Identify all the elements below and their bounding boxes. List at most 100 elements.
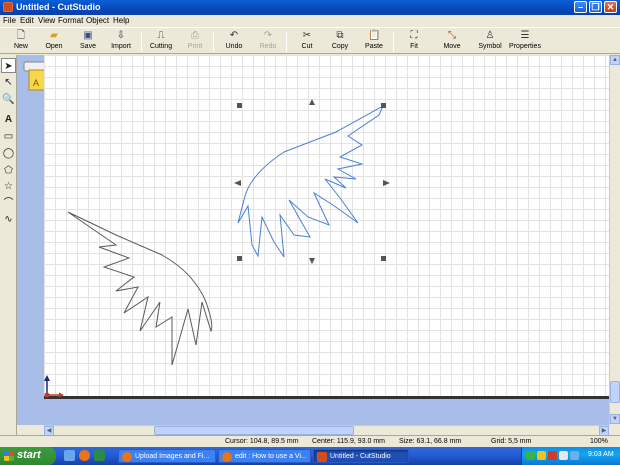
cut-button[interactable]: ✂ Cut [289,30,325,54]
tray-app-icon[interactable] [537,451,546,460]
move-button[interactable]: ⤡ Move [434,30,470,54]
copy-icon: ⧉ [336,30,344,41]
selection-size: Size: 63.1, 66.8 mm [399,438,462,445]
text-tool-icon[interactable]: A [1,112,16,127]
fit-icon: ⛶ [410,30,418,41]
firefox-icon [222,452,232,462]
selection-handle[interactable] [237,103,242,108]
fit-button[interactable]: ⛶ Fit [396,30,432,54]
properties-icon: ☰ [520,30,530,41]
system-tray: 9:03 AM [521,447,620,465]
menu-view[interactable]: View [38,16,55,25]
vertical-scrollbar[interactable]: ▲ ▼ [609,55,620,425]
start-button[interactable]: start [0,447,56,465]
menu-edit[interactable]: Edit [20,16,34,25]
quicklaunch-app-icon[interactable] [94,450,105,461]
menu-file[interactable]: File [3,16,16,25]
cutstudio-app-icon[interactable] [3,2,13,12]
menu-bar: File Edit View Format Object Help [0,15,620,27]
printer-icon: ⎙ [191,30,199,41]
menu-format[interactable]: Format [58,16,83,25]
print-button[interactable]: ⎙ Print [177,30,213,54]
selection-handle[interactable] [234,180,241,186]
curve-tool-icon[interactable]: ∿ [1,212,16,227]
network-icon[interactable] [526,451,535,460]
redo-icon: ↷ [263,30,273,41]
scroll-down-arrow[interactable]: ▼ [610,414,620,424]
undo-button[interactable]: ↶ Undo [216,30,252,54]
zoom-level: 100% [590,438,608,445]
import-button[interactable]: ⇩ Import [103,30,139,54]
polygon-tool-icon[interactable]: ⬠ [1,163,16,178]
windows-logo-icon [4,451,14,461]
toolbar-separator [213,32,214,52]
toolbar: 🗋 New ▰ Open ▣ Save ⇩ Import ⎍ Cutting ⎙ Print… [0,27,620,54]
volume-icon[interactable] [559,451,568,460]
firefox-quicklaunch-icon[interactable] [79,450,90,461]
cutstudio-icon [317,452,327,462]
cutting-button[interactable]: ⎍ Cutting [143,30,179,54]
origin-marker[interactable] [44,391,66,399]
symbol-button[interactable]: ♙ Symbol [472,30,508,54]
security-icon[interactable] [548,451,557,460]
copy-button[interactable]: ⧉ Copy [322,30,358,54]
task-edit-how-to[interactable]: edit : How to use a Vi... [218,449,311,463]
maximize-button[interactable]: ❐ [589,1,602,13]
status-bar: Cursor: 104.8, 89.5 mm Center: 115.9, 93… [0,435,620,447]
svg-text:A: A [33,78,39,88]
selection-handle[interactable] [237,256,242,261]
select-arrow-icon[interactable]: ➤ [1,58,16,73]
firefox-icon [122,452,132,462]
close-button[interactable]: ✕ [604,1,617,13]
show-desktop-icon[interactable] [64,450,75,461]
wing-shape[interactable] [67,211,213,366]
taskbar: start Upload Images and Fi... edit : How… [0,447,620,465]
star-tool-icon[interactable]: ☆ [1,179,16,194]
save-disk-icon: ▣ [83,30,93,41]
menu-help[interactable]: Help [113,16,129,25]
open-button[interactable]: ▰ Open [36,30,72,54]
node-edit-icon[interactable]: ↖ [1,75,16,90]
rectangle-tool-icon[interactable]: ▭ [1,129,16,144]
toolbar-separator [393,32,394,52]
drawing-canvas[interactable] [44,55,609,396]
selection-handle[interactable] [383,180,390,186]
horizontal-scrollbar[interactable]: ◀ ▶ [44,425,609,436]
origin-y-axis-arrowhead [44,375,50,381]
title-bar: Untitled - CutStudio – ❐ ✕ [0,0,620,15]
selected-wing-shape[interactable] [237,104,385,258]
vertical-scroll-thumb[interactable] [610,381,620,403]
redo-button[interactable]: ↷ Redo [250,30,286,54]
selection-handle[interactable] [381,103,386,108]
horizontal-scroll-thumb[interactable] [154,426,354,435]
task-upload-images[interactable]: Upload Images and Fi... [118,449,216,463]
canvas-artwork [44,99,390,395]
grid-size: Grid: 5,5 mm [491,438,532,445]
selection-handle[interactable] [309,258,315,264]
properties-button[interactable]: ☰ Properties [507,30,543,54]
save-button[interactable]: ▣ Save [70,30,106,54]
move-icon: ⤡ [448,30,456,41]
symbol-icon: ♙ [485,30,495,41]
paste-button[interactable]: 📋 Paste [356,30,392,54]
toolbar-separator [141,32,142,52]
window-title: Untitled - CutStudio [16,2,101,12]
open-folder-icon: ▰ [50,30,58,41]
task-cutstudio[interactable]: Untitled - CutStudio [313,449,409,463]
polyline-tool-icon[interactable]: ⌒ [1,196,16,211]
scissors-icon: ✂ [302,30,312,41]
menu-object[interactable]: Object [86,16,109,25]
left-margin-area [17,55,44,425]
minimize-button[interactable]: – [574,1,587,13]
scroll-up-arrow[interactable]: ▲ [610,55,620,65]
display-icon[interactable] [570,451,579,460]
ellipse-tool-icon[interactable]: ◯ [1,146,16,161]
selection-handle[interactable] [381,256,386,261]
new-button[interactable]: 🗋 New [3,30,39,54]
selection-handle[interactable] [309,99,315,105]
toolbar-separator [286,32,287,52]
clock[interactable]: 9:03 AM [588,451,614,458]
zoom-icon[interactable]: 🔍 [1,92,16,107]
cutting-machine-icon: ⎍ [157,30,165,41]
media-edge-line [44,396,609,399]
